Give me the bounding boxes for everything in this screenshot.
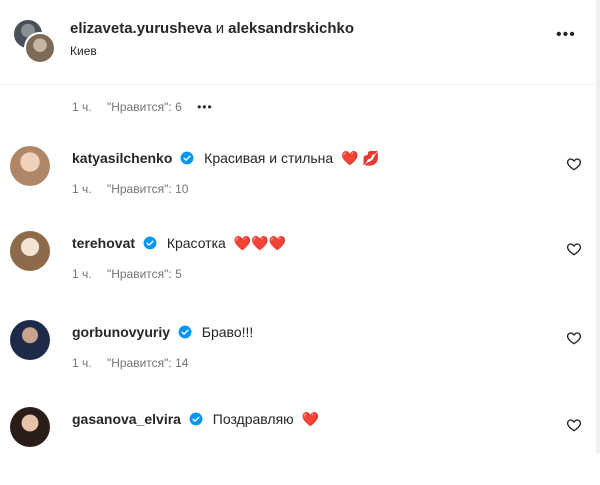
comment-text: Красотка (166, 235, 226, 251)
comment-username[interactable]: terehovat (72, 235, 135, 251)
comment-meta: 1 ч. "Нравится": 10 (72, 182, 200, 196)
avatar[interactable] (24, 32, 56, 64)
like-heart-icon[interactable] (566, 241, 582, 257)
comment-emoji: ❤️ 💋 (341, 150, 380, 166)
comment-text: Поздравляю (212, 411, 294, 427)
scrollbar[interactable] (596, 0, 600, 453)
post-comments-panel: elizaveta.yurusheva и aleksandrskichko Кие… (0, 0, 597, 453)
collab-avatars[interactable] (12, 18, 56, 64)
comment-content: gorbunovyuriy Браво!!! (72, 324, 257, 340)
author-username[interactable]: elizaveta.yurusheva (70, 20, 212, 37)
verified-badge-icon (189, 412, 203, 426)
comment-text: Красивая и стильна (204, 150, 334, 166)
comment-content: terehovat Красотка ❤️❤️❤️ (72, 235, 286, 252)
comment-username[interactable]: gasanova_elvira (72, 411, 181, 427)
comment-time[interactable]: 1 ч. (72, 182, 92, 196)
avatar[interactable] (10, 407, 50, 447)
comment-text: Браво!!! (201, 324, 254, 340)
verified-badge-icon (143, 236, 157, 250)
caption-likes[interactable]: "Нравится": 6 (107, 100, 182, 114)
caption-options-icon[interactable]: ••• (197, 100, 213, 114)
comment-likes[interactable]: "Нравится": 5 (107, 267, 182, 281)
like-heart-icon[interactable] (566, 330, 582, 346)
comment-username[interactable]: katyasilchenko (72, 150, 172, 166)
verified-badge-icon (180, 151, 194, 165)
comment-time[interactable]: 1 ч. (72, 356, 92, 370)
post-header: elizaveta.yurusheva и aleksandrskichko Кие… (0, 0, 596, 85)
comment-meta: 1 ч. "Нравится": 14 (72, 356, 200, 370)
avatar[interactable] (10, 320, 50, 360)
authors-connector: и (215, 20, 225, 37)
more-options-icon[interactable]: ••• (556, 26, 576, 44)
comment-item: terehovat Красотка ❤️❤️❤️ 1 ч. "Нравится… (0, 227, 596, 309)
post-authors: elizaveta.yurusheva и aleksandrskichko (70, 20, 354, 37)
comment-username[interactable]: gorbunovyuriy (72, 324, 170, 340)
comment-content: gasanova_elvira Поздравляю ❤️ (72, 411, 319, 428)
comment-item: katyasilchenko Красивая и стильна ❤️ 💋 1… (0, 142, 596, 224)
comment-item: gorbunovyuriy Браво!!! 1 ч. "Нравится": … (0, 316, 596, 398)
caption-meta: 1 ч. "Нравится": 6 ••• (72, 100, 225, 114)
avatar[interactable] (10, 146, 50, 186)
comment-time[interactable]: 1 ч. (72, 267, 92, 281)
verified-badge-icon (178, 325, 192, 339)
post-location[interactable]: Киев (70, 44, 97, 58)
caption-time[interactable]: 1 ч. (72, 100, 92, 114)
comment-content: katyasilchenko Красивая и стильна ❤️ 💋 (72, 150, 380, 167)
avatar[interactable] (10, 231, 50, 271)
comment-likes[interactable]: "Нравится": 10 (107, 182, 189, 196)
comment-item: gasanova_elvira Поздравляю ❤️ (0, 403, 596, 485)
comment-emoji: ❤️ (301, 411, 319, 427)
coauthor-username[interactable]: aleksandrskichko (228, 20, 354, 37)
like-heart-icon[interactable] (566, 417, 582, 433)
comment-likes[interactable]: "Нравится": 14 (107, 356, 189, 370)
comment-meta: 1 ч. "Нравится": 5 (72, 267, 194, 281)
comment-emoji: ❤️❤️❤️ (233, 235, 286, 251)
like-heart-icon[interactable] (566, 156, 582, 172)
